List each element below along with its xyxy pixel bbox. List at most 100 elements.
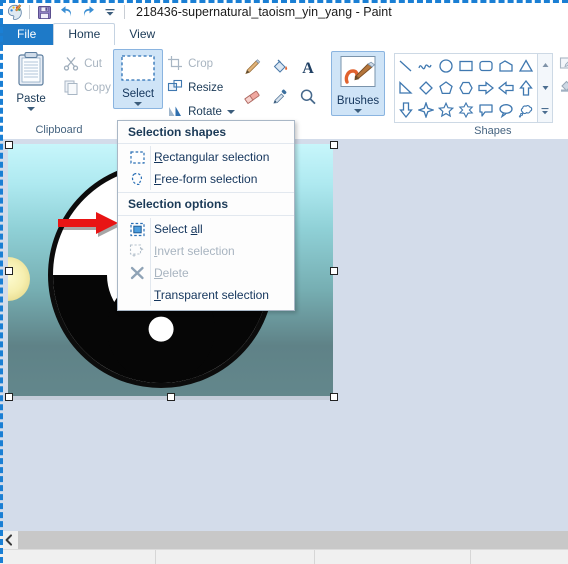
oval-callout-shape[interactable] bbox=[496, 99, 516, 121]
curve-shape[interactable] bbox=[416, 55, 436, 77]
menu-item-rectangular-selection[interactable]: Rectangular selection bbox=[118, 146, 294, 168]
fill-bucket-icon bbox=[559, 78, 568, 97]
invert-selection-icon bbox=[124, 243, 150, 259]
status-cell-3 bbox=[315, 550, 471, 564]
eraser-tool-button[interactable] bbox=[238, 83, 266, 113]
selection-handle-e[interactable] bbox=[330, 267, 338, 275]
menu-item-invert-selection[interactable]: Invert selection bbox=[118, 240, 294, 262]
selection-handle-se[interactable] bbox=[330, 393, 338, 401]
menu-item-delete[interactable]: Delete bbox=[118, 262, 294, 284]
scrollbar-track[interactable] bbox=[18, 531, 568, 549]
crop-icon bbox=[167, 55, 183, 74]
select-dropdown-caret-icon[interactable] bbox=[134, 102, 142, 106]
diamond-shape[interactable] bbox=[416, 77, 436, 99]
menu-icon-divider-1 bbox=[150, 146, 151, 190]
left-arrow-shape[interactable] bbox=[496, 77, 516, 99]
oval-shape[interactable] bbox=[436, 55, 456, 77]
menu-icon-divider-2 bbox=[150, 218, 151, 306]
menu-item-label: Delete bbox=[154, 266, 189, 280]
more-shapes-icon[interactable] bbox=[538, 100, 552, 122]
resize-icon bbox=[167, 79, 183, 98]
qat-separator-1 bbox=[29, 5, 30, 19]
menu-header-selection-shapes: Selection shapes bbox=[118, 121, 294, 144]
delete-x-icon bbox=[124, 265, 150, 281]
brushes-button[interactable]: Brushes bbox=[331, 51, 385, 116]
rectangle-shape[interactable] bbox=[456, 55, 476, 77]
select-all-icon bbox=[124, 222, 150, 237]
quick-access-toolbar bbox=[0, 0, 128, 24]
menu-item-free-form-selection[interactable]: Free-form selection bbox=[118, 168, 294, 190]
tab-home[interactable]: Home bbox=[53, 23, 115, 46]
four-point-star-shape[interactable] bbox=[416, 99, 436, 121]
cloud-callout-shape[interactable] bbox=[516, 99, 536, 121]
title-bar: 218436-supernatural_taoism_yin_yang - Pa… bbox=[0, 0, 568, 24]
select-button[interactable]: Select bbox=[113, 49, 163, 109]
selection-handle-w[interactable] bbox=[5, 267, 13, 275]
svg-text:A: A bbox=[302, 60, 314, 77]
select-dropdown-menu[interactable]: Selection shapes Rectangular selection F… bbox=[117, 120, 295, 311]
resize-button[interactable]: Resize bbox=[163, 77, 239, 99]
clipboard-icon bbox=[14, 51, 48, 92]
paint-palette-icon[interactable] bbox=[4, 2, 26, 23]
color-picker-tool-button[interactable] bbox=[266, 83, 294, 113]
shapes-gallery bbox=[394, 53, 538, 123]
paste-button[interactable]: Paste bbox=[3, 49, 59, 111]
right-arrow-shape[interactable] bbox=[476, 77, 496, 99]
right-triangle-shape[interactable] bbox=[396, 77, 416, 99]
shapes-scrollbar[interactable] bbox=[538, 53, 553, 123]
chevron-left-icon[interactable] bbox=[0, 531, 18, 549]
crop-label: Crop bbox=[188, 58, 213, 70]
pentagon-shape[interactable] bbox=[436, 77, 456, 99]
line-shape[interactable] bbox=[396, 55, 416, 77]
tab-view[interactable]: View bbox=[115, 24, 169, 45]
tools-grid: A bbox=[238, 49, 322, 113]
rounded-callout-shape[interactable] bbox=[476, 99, 496, 121]
selection-handle-ne[interactable] bbox=[330, 141, 338, 149]
fill-tool-button[interactable] bbox=[266, 53, 294, 83]
copy-icon bbox=[63, 79, 79, 98]
menu-item-label: Transparent selection bbox=[154, 288, 269, 302]
polygon-shape[interactable] bbox=[496, 55, 516, 77]
triangle-shape[interactable] bbox=[516, 55, 536, 77]
paintbrush-icon bbox=[338, 55, 378, 94]
scissors-icon bbox=[63, 55, 79, 74]
tab-file[interactable]: File bbox=[0, 24, 53, 45]
image-small-buttons: Crop Resize bbox=[163, 49, 239, 123]
menu-item-label: Invert selection bbox=[154, 244, 235, 258]
outline-fill-column: O Fi bbox=[559, 49, 568, 97]
cut-label: Cut bbox=[84, 58, 102, 70]
resize-label: Resize bbox=[188, 82, 223, 94]
ribbon-group-brushes: Brushes Brushes bbox=[326, 45, 390, 139]
brushes-dropdown-caret-icon[interactable] bbox=[354, 109, 362, 113]
ribbon-tab-strip: File Home View bbox=[0, 24, 568, 46]
hexagon-shape[interactable] bbox=[456, 77, 476, 99]
freeform-lasso-icon bbox=[124, 171, 150, 187]
outline-pencil-icon bbox=[559, 55, 568, 74]
crop-button[interactable]: Crop bbox=[163, 53, 239, 75]
up-arrow-shape[interactable] bbox=[516, 77, 536, 99]
scroll-down-icon[interactable] bbox=[538, 77, 552, 99]
selection-handle-sw[interactable] bbox=[5, 393, 13, 401]
horizontal-scrollbar[interactable] bbox=[0, 531, 568, 549]
redo-icon[interactable] bbox=[77, 2, 99, 23]
save-icon[interactable] bbox=[33, 2, 55, 23]
six-point-star-shape[interactable] bbox=[456, 99, 476, 121]
magnifier-tool-button[interactable] bbox=[294, 83, 322, 113]
outline-button[interactable]: O bbox=[559, 55, 568, 74]
scroll-up-icon[interactable] bbox=[538, 54, 552, 76]
paste-dropdown-caret-icon[interactable] bbox=[27, 107, 35, 111]
five-point-star-shape[interactable] bbox=[436, 99, 456, 121]
undo-icon[interactable] bbox=[55, 2, 77, 23]
menu-item-transparent-selection[interactable]: Transparent selection bbox=[118, 284, 294, 306]
rounded-rectangle-shape[interactable] bbox=[476, 55, 496, 77]
pencil-tool-button[interactable] bbox=[238, 53, 266, 83]
down-arrow-shape[interactable] bbox=[396, 99, 416, 121]
customize-chevron-icon[interactable] bbox=[99, 2, 121, 23]
menu-item-select-all[interactable]: Select all bbox=[118, 218, 294, 240]
ribbon-group-clipboard: Paste Cut bbox=[0, 45, 118, 139]
status-cell-2 bbox=[156, 550, 315, 564]
selection-handle-nw[interactable] bbox=[5, 141, 13, 149]
fill-button[interactable]: Fi bbox=[559, 78, 568, 97]
selection-handle-s[interactable] bbox=[167, 393, 175, 401]
text-tool-button[interactable]: A bbox=[294, 53, 322, 83]
